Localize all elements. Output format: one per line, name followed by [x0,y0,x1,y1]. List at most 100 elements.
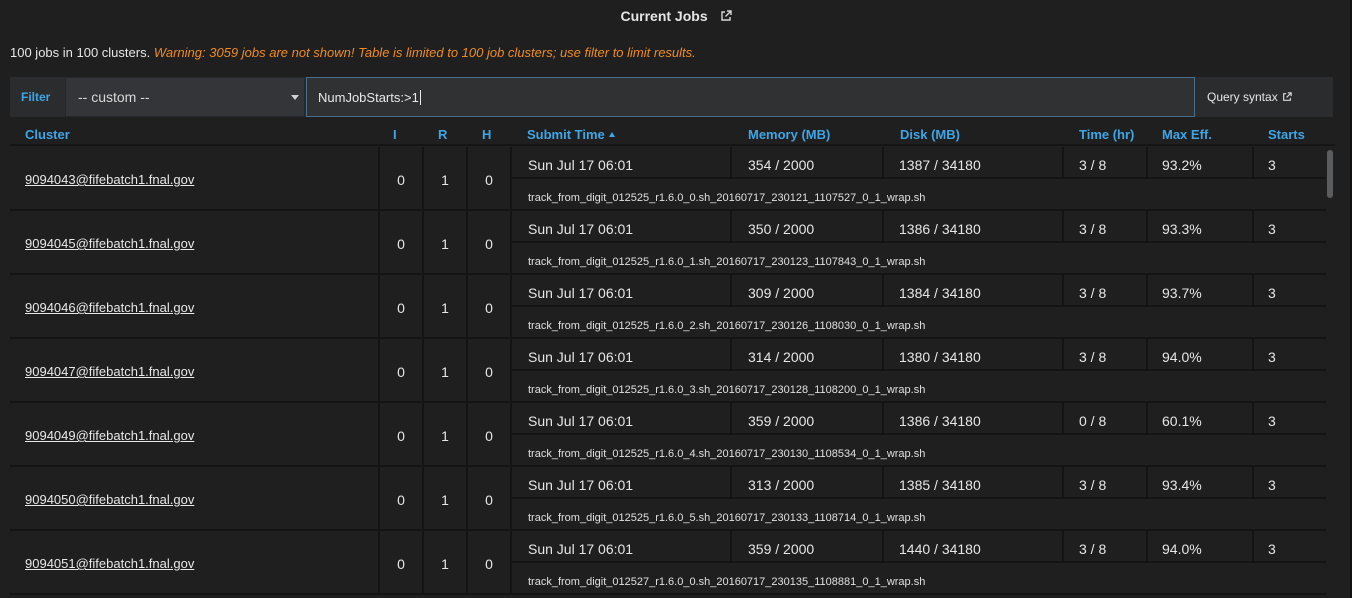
cluster-cell: 9094049@fifebatch1.fnal.gov [10,403,380,465]
max-eff-cell: 93.3% [1148,211,1254,243]
disk-cell: 1387 / 34180 [884,147,1064,179]
submit-time-cell: Sun Jul 17 06:01 [512,147,732,179]
page-title: Current Jobs [620,8,708,24]
filter-label: Filter [21,90,51,104]
held-count-cell: 0 [468,531,512,593]
memory-cell: 350 / 2000 [732,211,884,243]
command-cell: track_from_digit_012525_r1.6.0_3.sh_2016… [528,384,926,396]
idle-count-cell: 0 [380,147,424,209]
command-cell: track_from_digit_012525_r1.6.0_5.sh_2016… [528,512,926,524]
running-count-cell: 1 [424,275,468,337]
starts-cell: 3 [1254,275,1326,307]
column-header-disk[interactable]: Disk (MB) [900,127,960,142]
cluster-cell: 9094047@fifebatch1.fnal.gov [10,339,380,401]
column-header-r[interactable]: R [438,127,447,142]
max-eff-cell: 60.1% [1148,403,1254,435]
table-row: 9094050@fifebatch1.fnal.gov 0 1 0 Sun Jul 17… [10,467,1326,531]
idle-count-cell: 0 [380,467,424,529]
sort-ascending-icon [608,132,615,137]
cluster-link[interactable]: 9094049@fifebatch1.fnal.gov [25,428,194,443]
column-header-i[interactable]: I [393,127,397,142]
starts-cell: 3 [1254,467,1326,499]
max-eff-cell: 94.0% [1148,531,1254,563]
idle-count-cell: 0 [380,531,424,593]
query-syntax-label: Query syntax [1207,90,1278,104]
table-scrollbar[interactable] [1327,150,1333,198]
idle-count-cell: 0 [380,403,424,465]
memory-cell: 359 / 2000 [732,531,884,563]
running-count-cell: 1 [424,531,468,593]
running-count-cell: 1 [424,339,468,401]
time-cell: 3 / 8 [1064,339,1148,371]
column-header-memory[interactable]: Memory (MB) [748,127,830,142]
cluster-link[interactable]: 9094050@fifebatch1.fnal.gov [25,492,194,507]
cluster-link[interactable]: 9094045@fifebatch1.fnal.gov [25,236,194,251]
time-cell: 3 / 8 [1064,467,1148,499]
cluster-cell: 9094051@fifebatch1.fnal.gov [10,531,380,593]
memory-cell: 314 / 2000 [732,339,884,371]
filter-preset-select[interactable]: -- custom -- [65,77,305,117]
jobs-table-body: 9094043@fifebatch1.fnal.gov 0 1 0 Sun Jul 17… [10,147,1326,598]
submit-time-cell: Sun Jul 17 06:01 [512,403,732,435]
column-header-max-eff[interactable]: Max Eff. [1162,127,1212,142]
query-syntax-link[interactable]: Query syntax [1207,90,1292,105]
max-eff-cell: 93.2% [1148,147,1254,179]
starts-cell: 3 [1254,339,1326,371]
filter-query-input[interactable]: NumJobStarts:>1 [306,77,1195,117]
idle-count-cell: 0 [380,211,424,273]
column-header-starts[interactable]: Starts [1268,127,1305,142]
table-row: 9094045@fifebatch1.fnal.gov 0 1 0 Sun Jul 17… [10,211,1326,275]
column-header-h[interactable]: H [482,127,491,142]
disk-cell: 1380 / 34180 [884,339,1064,371]
submit-time-cell: Sun Jul 17 06:01 [512,211,732,243]
table-header: Cluster I R H Submit Time Memory (MB) Di… [10,124,1335,146]
command-cell: track_from_digit_012527_r1.6.0_0.sh_2016… [528,576,926,588]
held-count-cell: 0 [468,467,512,529]
time-cell: 0 / 8 [1064,403,1148,435]
held-count-cell: 0 [468,339,512,401]
disk-cell: 1440 / 34180 [884,531,1064,563]
column-header-submit-time[interactable]: Submit Time [527,127,615,142]
running-count-cell: 1 [424,403,468,465]
command-cell: track_from_digit_012525_r1.6.0_0.sh_2016… [528,192,926,204]
disk-cell: 1384 / 34180 [884,275,1064,307]
external-link-icon[interactable] [720,9,732,25]
current-jobs-panel: Current Jobs 100 jobs in 100 clusters. W… [0,0,1352,598]
disk-cell: 1386 / 34180 [884,403,1064,435]
memory-cell: 309 / 2000 [732,275,884,307]
chevron-down-icon [291,95,299,100]
column-header-cluster[interactable]: Cluster [25,127,70,142]
time-cell: 3 / 8 [1064,531,1148,563]
starts-cell: 3 [1254,403,1326,435]
filter-query-value: NumJobStarts:>1 [318,90,419,105]
warning-text: Warning: 3059 jobs are not shown! Table … [153,45,696,60]
running-count-cell: 1 [424,211,468,273]
command-cell: track_from_digit_012525_r1.6.0_2.sh_2016… [528,320,926,332]
max-eff-cell: 94.0% [1148,339,1254,371]
held-count-cell: 0 [468,403,512,465]
cluster-cell: 9094043@fifebatch1.fnal.gov [10,147,380,209]
cluster-link[interactable]: 9094043@fifebatch1.fnal.gov [25,172,194,187]
cluster-link[interactable]: 9094046@fifebatch1.fnal.gov [25,300,194,315]
submit-time-cell: Sun Jul 17 06:01 [512,339,732,371]
idle-count-cell: 0 [380,275,424,337]
memory-cell: 354 / 2000 [732,147,884,179]
cluster-link[interactable]: 9094051@fifebatch1.fnal.gov [25,556,194,571]
time-cell: 3 / 8 [1064,147,1148,179]
submit-time-cell: Sun Jul 17 06:01 [512,275,732,307]
filter-bar: Filter -- custom -- NumJobStarts:>1 Quer… [10,77,1333,117]
submit-time-cell: Sun Jul 17 06:01 [512,531,732,563]
table-row: 9094049@fifebatch1.fnal.gov 0 1 0 Sun Jul 17… [10,403,1326,467]
command-cell: track_from_digit_012525_r1.6.0_4.sh_2016… [528,448,926,460]
starts-cell: 3 [1254,531,1326,563]
cluster-link[interactable]: 9094047@fifebatch1.fnal.gov [25,364,194,379]
memory-cell: 313 / 2000 [732,467,884,499]
starts-cell: 3 [1254,211,1326,243]
memory-cell: 359 / 2000 [732,403,884,435]
time-cell: 3 / 8 [1064,275,1148,307]
column-header-time[interactable]: Time (hr) [1079,127,1134,142]
disk-cell: 1386 / 34180 [884,211,1064,243]
disk-cell: 1385 / 34180 [884,467,1064,499]
text-cursor [419,90,421,105]
submit-time-cell: Sun Jul 17 06:01 [512,467,732,499]
